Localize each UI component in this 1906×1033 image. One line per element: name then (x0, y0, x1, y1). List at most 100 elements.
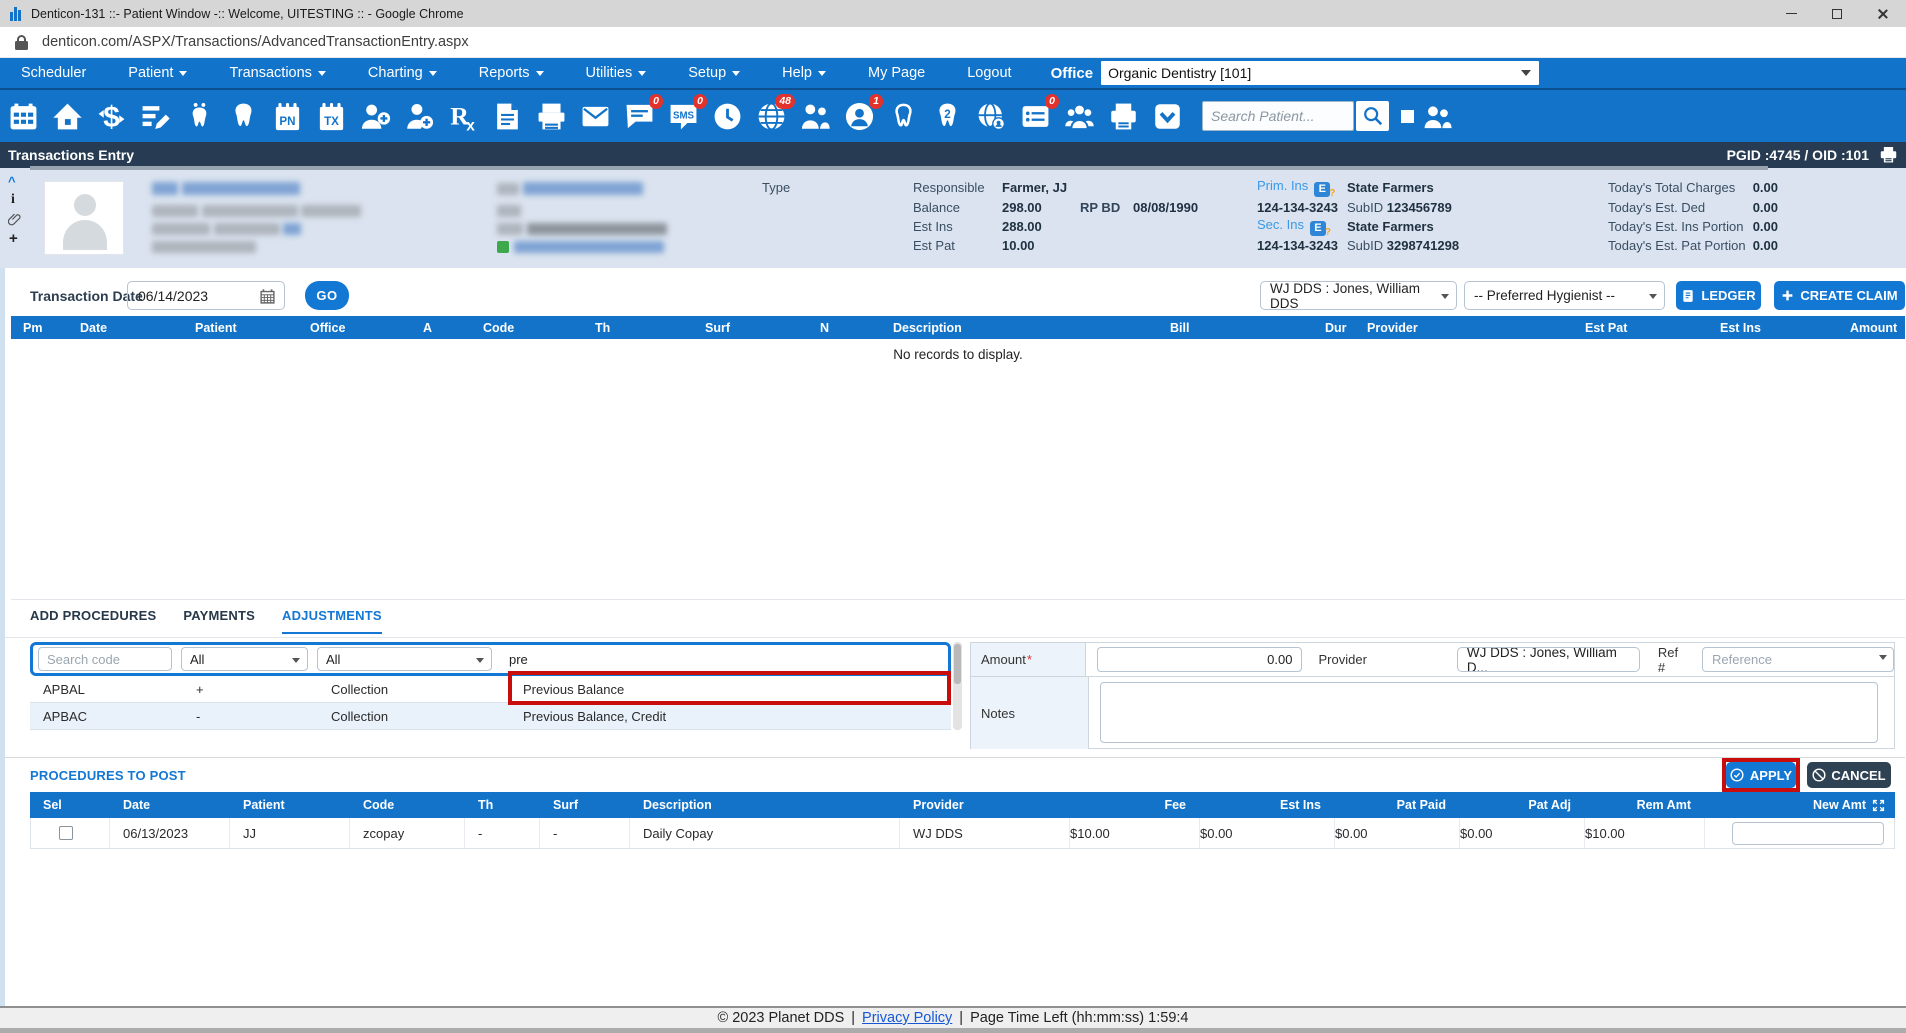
adjustment-code-row[interactable]: APBAC-CollectionPrevious Balance, Credit (30, 703, 951, 730)
sec-subid: SubID 3298741298 (1347, 238, 1459, 253)
office-select[interactable]: Organic Dentistry [101] (1101, 61, 1539, 85)
chevron-down-icon (429, 71, 437, 76)
tab-adjustments[interactable]: ADJUSTMENTS (282, 608, 382, 634)
online-globe-icon[interactable]: 48 (754, 99, 788, 133)
provider-select[interactable]: WJ DDS : Jones, William DDS (1260, 281, 1457, 310)
tooth-chart-icon[interactable] (182, 99, 216, 133)
maximize-button[interactable] (1814, 0, 1860, 27)
add-account-icon[interactable] (402, 99, 436, 133)
sms-icon[interactable]: SMS0 (666, 99, 700, 133)
go-button[interactable]: GO (305, 281, 349, 310)
document-icon[interactable] (490, 99, 524, 133)
calendar-icon[interactable] (259, 288, 276, 305)
adjustment-type-filter[interactable]: All (181, 647, 308, 671)
info-icon[interactable]: i (11, 192, 15, 208)
attachment-icon[interactable] (8, 212, 21, 230)
treatment-plan-icon[interactable]: TX (314, 99, 348, 133)
horizontal-scrollbar[interactable] (30, 166, 1768, 170)
eligibility-icon[interactable]: E (1310, 221, 1326, 236)
select-procedure-checkbox[interactable] (59, 826, 73, 840)
notes-label: Notes (971, 677, 1089, 749)
adjustment-category-filter[interactable]: All (317, 647, 492, 671)
notes-textarea[interactable] (1100, 682, 1878, 743)
nav-help[interactable]: Help (761, 65, 847, 81)
form-provider-select[interactable]: WJ DDS : Jones, William D... (1457, 647, 1640, 672)
nav-patient[interactable]: Patient (107, 65, 208, 81)
new-amt-input[interactable] (1732, 822, 1884, 845)
tab-add-procedures[interactable]: ADD PROCEDURES (30, 608, 156, 634)
tooth-outline-icon[interactable] (886, 99, 920, 133)
est-pat-label: Est Pat (913, 238, 955, 253)
scan-icon[interactable] (534, 99, 568, 133)
second-opinion-icon[interactable]: 2 (930, 99, 964, 133)
apply-button[interactable]: APPLY (1726, 762, 1796, 788)
nav-setup[interactable]: Setup (667, 65, 761, 81)
prescriptions-rx-icon[interactable]: Rx (446, 99, 480, 133)
transaction-date-input[interactable]: 06/14/2023 (127, 281, 285, 310)
create-claim-button[interactable]: CREATE CLAIM (1774, 281, 1905, 310)
amount-input[interactable] (1097, 647, 1303, 672)
nav-transactions[interactable]: Transactions (208, 65, 346, 81)
main-navbar: Scheduler Patient Transactions Charting … (0, 58, 1906, 90)
home-icon[interactable] (50, 99, 84, 133)
type-label: Type (762, 180, 790, 195)
search-patient-button[interactable] (1356, 101, 1389, 131)
messages-icon[interactable]: 0 (622, 99, 656, 133)
nav-logout[interactable]: Logout (946, 65, 1032, 81)
pgid-oid: PGID :4745 / OID :101 (1727, 147, 1898, 164)
hygienist-select[interactable]: -- Preferred Hygienist -- (1464, 281, 1665, 310)
chart-edit-icon[interactable] (138, 99, 172, 133)
window-titlebar: Denticon-131 ::- Patient Window -:: Welc… (0, 0, 1906, 27)
mail-icon[interactable] (578, 99, 612, 133)
staff-group-icon[interactable] (1062, 99, 1096, 133)
sec-ins-id: 124-134-3243 (1257, 238, 1338, 253)
est-ins-value: 288.00 (1002, 219, 1042, 234)
worklist-icon[interactable]: 0 (1018, 99, 1052, 133)
chevron-down-icon (318, 71, 326, 76)
patient-support-icon[interactable]: 1 (842, 99, 876, 133)
page-time-left: Page Time Left (hh:mm:ss) 1:59:4 (970, 1010, 1188, 1026)
verified-icon (497, 241, 509, 253)
collapse-chevron-icon[interactable]: ^ (8, 174, 16, 189)
add-icon[interactable]: + (9, 230, 18, 247)
expand-icon[interactable] (1872, 799, 1885, 812)
reference-input[interactable] (1702, 647, 1894, 672)
code-list-scrollbar[interactable] (953, 642, 962, 730)
balance-value: 298.00 (1002, 200, 1042, 215)
time-clock-icon[interactable] (710, 99, 744, 133)
nav-my-page[interactable]: My Page (847, 65, 946, 81)
patient-photo[interactable] (44, 181, 124, 255)
eligibility-icon[interactable]: E (1314, 182, 1330, 197)
copyright-text: © 2023 Planet DDS (718, 1010, 845, 1026)
prim-ins-link[interactable]: Prim. InsE (1257, 178, 1330, 197)
procedures-table-header: SelDatePatientCode ThSurfDescriptionProv… (30, 792, 1895, 818)
nav-scheduler[interactable]: Scheduler (0, 65, 107, 81)
nav-charting[interactable]: Charting (347, 65, 458, 81)
toolbar-checkbox[interactable] (1401, 110, 1414, 123)
search-patient-input[interactable] (1202, 101, 1354, 131)
cancel-button[interactable]: CANCEL (1807, 762, 1891, 788)
search-code-input[interactable] (38, 647, 172, 671)
payment-dollar-icon[interactable]: $ (94, 99, 128, 133)
svg-text:SMS: SMS (673, 110, 695, 121)
description-search-input[interactable] (501, 647, 931, 671)
nav-utilities[interactable]: Utilities (565, 65, 668, 81)
perio-chart-icon[interactable] (226, 99, 260, 133)
minimize-button[interactable] (1768, 0, 1814, 27)
progress-notes-icon[interactable]: PN (270, 99, 304, 133)
global-search-icon[interactable] (974, 99, 1008, 133)
print-icon[interactable] (1106, 99, 1140, 133)
browser-urlbar[interactable]: denticon.com/ASPX/Transactions/AdvancedT… (0, 27, 1906, 58)
scheduler-calendar-icon[interactable] (6, 99, 40, 133)
privacy-policy-link[interactable]: Privacy Policy (862, 1010, 952, 1026)
print-page-icon[interactable] (1879, 147, 1898, 164)
inbox-download-icon[interactable] (1150, 99, 1184, 133)
add-patient-icon[interactable] (358, 99, 392, 133)
tab-payments[interactable]: PAYMENTS (183, 608, 255, 634)
sec-ins-link[interactable]: Sec. InsE (1257, 217, 1326, 236)
family-file-icon[interactable] (798, 99, 832, 133)
patient-group-icon[interactable] (1420, 99, 1454, 133)
nav-reports[interactable]: Reports (458, 65, 565, 81)
ledger-button[interactable]: LEDGER (1676, 281, 1761, 310)
close-button[interactable] (1860, 0, 1906, 27)
